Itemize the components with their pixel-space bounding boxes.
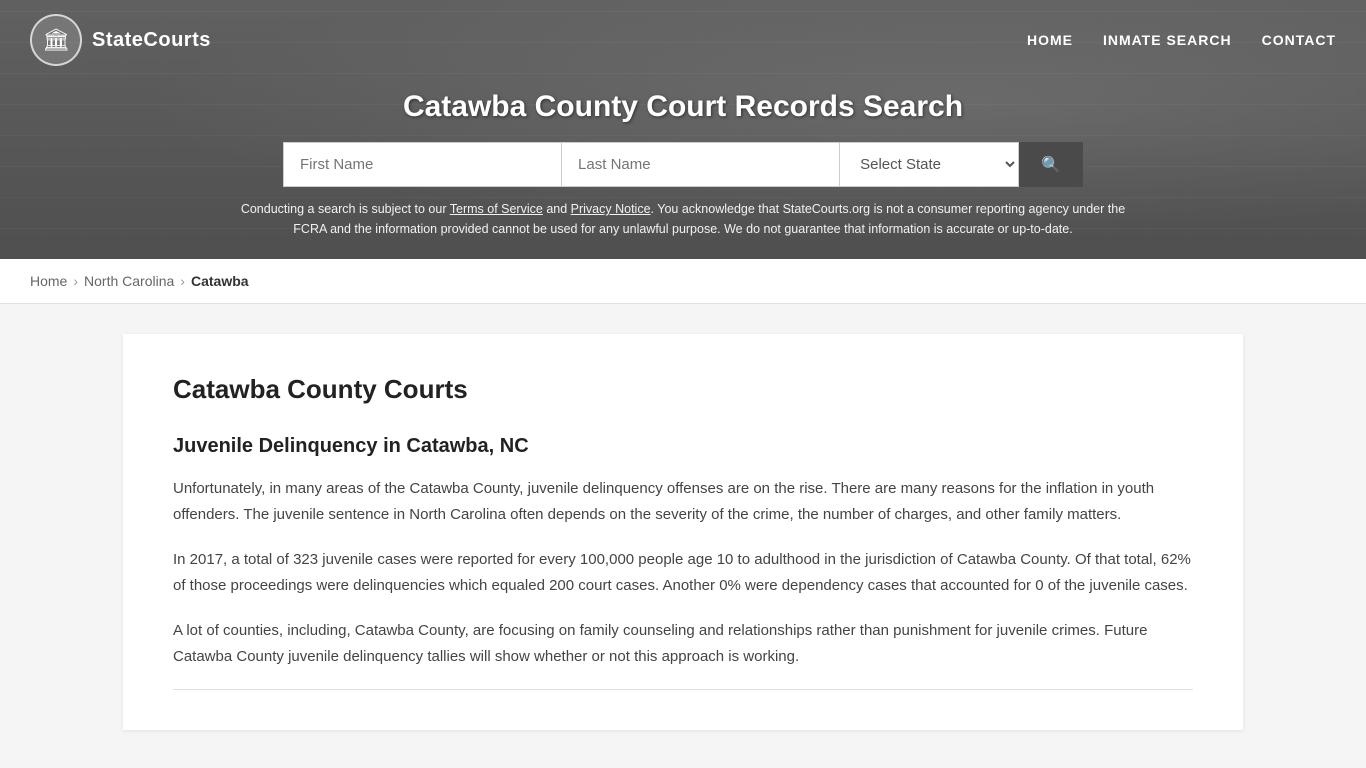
top-nav: 🏛 StateCourts HOME INMATE SEARCH CONTACT [0,0,1366,80]
section1-para2: In 2017, a total of 323 juvenile cases w… [173,547,1193,598]
site-header: 🏛 StateCourts HOME INMATE SEARCH CONTACT… [0,0,1366,259]
section1-heading: Juvenile Delinquency in Catawba, NC [173,435,1193,458]
state-select[interactable]: Select StateAlabamaAlaskaArizonaArkansas… [839,142,1019,187]
breadcrumb-sep-2: › [180,273,185,289]
breadcrumb-state[interactable]: North Carolina [84,273,174,289]
privacy-link[interactable]: Privacy Notice [571,202,651,216]
terms-link[interactable]: Terms of Service [450,202,543,216]
logo-text: StateCourts [92,29,211,52]
nav-inmate-search[interactable]: INMATE SEARCH [1103,32,1232,48]
section-divider [173,689,1193,690]
section1-para1: Unfortunately, in many areas of the Cata… [173,476,1193,527]
breadcrumb-sep-1: › [73,273,78,289]
page-heading: Catawba County Courts [173,374,1193,405]
section1-para3: A lot of counties, including, Catawba Co… [173,618,1193,669]
search-bar: Select StateAlabamaAlaskaArizonaArkansas… [283,142,1083,187]
breadcrumb-home[interactable]: Home [30,273,67,289]
logo-link[interactable]: 🏛 StateCourts [30,14,211,66]
first-name-input[interactable] [283,142,561,187]
search-section: Catawba County Court Records Search Sele… [0,80,1366,259]
breadcrumb-current: Catawba [191,273,249,289]
nav-links: HOME INMATE SEARCH CONTACT [1027,32,1336,48]
search-button[interactable]: 🔍 [1019,142,1083,187]
nav-contact[interactable]: CONTACT [1262,32,1336,48]
main-content: Catawba County Courts Juvenile Delinquen… [103,334,1263,730]
content-card: Catawba County Courts Juvenile Delinquen… [123,334,1243,730]
logo-icon: 🏛 [30,14,82,66]
search-title: Catawba County Court Records Search [20,90,1346,124]
last-name-input[interactable] [561,142,839,187]
disclaimer-text: Conducting a search is subject to our Te… [233,199,1133,239]
breadcrumb: Home › North Carolina › Catawba [0,259,1366,304]
nav-home[interactable]: HOME [1027,32,1073,48]
